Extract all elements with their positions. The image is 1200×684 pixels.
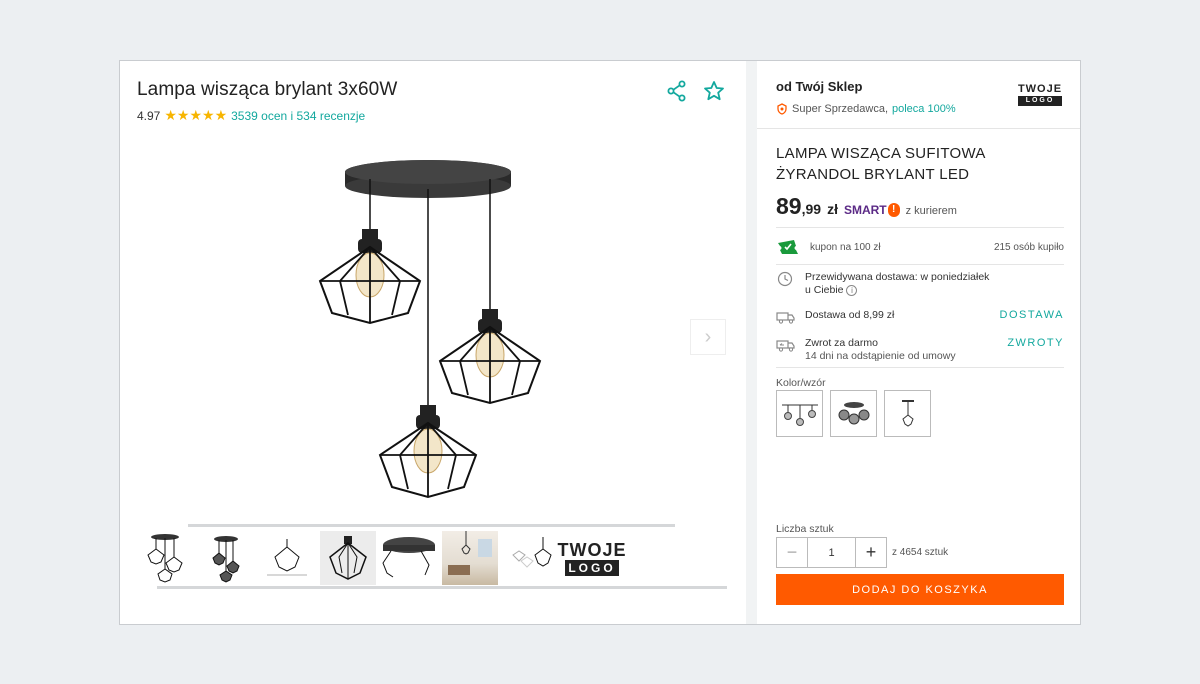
- thumbnail-1[interactable]: [137, 531, 193, 585]
- product-title: Lampa wisząca brylant 3x60W: [137, 79, 398, 100]
- star-outline-icon[interactable]: [702, 79, 726, 103]
- seller-badge-row: Super Sprzedawca, poleca 100%: [776, 103, 956, 115]
- delivery-estimate-row: Przewidywana dostawa: w poniedziałek u C…: [776, 271, 1064, 297]
- smart-badge: SMART!: [844, 203, 900, 217]
- gallery-next-button[interactable]: ›: [690, 319, 726, 355]
- coupon-row: kupon na 100 zł 215 osób kupiło: [776, 236, 1064, 258]
- rating-row: 4.97 ★★★★★ 3539 ocen i 534 recenzje: [137, 107, 365, 124]
- return-truck-icon: [776, 340, 795, 352]
- returns-row: Zwrot za darmo 14 dni na odstąpienie od …: [776, 337, 1064, 363]
- super-seller-label: Super Sprzedawca,: [792, 103, 888, 115]
- thumbnail-logo[interactable]: TWOJE LOGO: [558, 531, 626, 585]
- variant-option-2[interactable]: [830, 390, 877, 437]
- offer-name: LAMPA WISZĄCA SUFITOWA ŻYRANDOL BRYLANT …: [776, 145, 985, 183]
- coupon-label[interactable]: kupon na 100 zł: [810, 242, 881, 253]
- share-icon[interactable]: [665, 79, 689, 103]
- divider: [776, 264, 1064, 265]
- quantity-decrease-button[interactable]: −: [777, 538, 808, 567]
- variant-options: [776, 390, 931, 437]
- lamp-shade-left: [318, 229, 422, 325]
- smart-icon: !: [887, 203, 900, 217]
- thumbnail-6[interactable]: [442, 531, 498, 585]
- returns-link[interactable]: ZWROTY: [1007, 337, 1064, 350]
- courier-note: z kurierem: [905, 205, 957, 217]
- quantity-increase-button[interactable]: +: [855, 538, 886, 567]
- thumbnail-strip: TWOJE LOGO: [137, 531, 737, 585]
- buy-box: od Twój Sklep Super Sprzedawca, poleca 1…: [757, 61, 1080, 624]
- seller-name[interactable]: od Twój Sklep: [776, 79, 862, 94]
- seller-recommend: poleca 100%: [892, 103, 956, 115]
- thumbnail-3[interactable]: [259, 531, 315, 585]
- chevron-right-icon: ›: [704, 325, 712, 348]
- quantity-input[interactable]: [808, 538, 855, 567]
- bought-count: 215 osób kupiło: [993, 241, 1064, 253]
- delivery-estimate-line2: u Ciebie: [805, 284, 844, 296]
- gallery-scrollbar[interactable]: [188, 524, 675, 527]
- returns-subtitle: 14 dni na odstąpienie od umowy: [805, 350, 956, 362]
- quantity-stepper: − +: [776, 537, 887, 568]
- delivery-cost-row: Dostawa od 8,99 zł DOSTAWA: [776, 309, 1064, 325]
- seller-header: od Twój Sklep Super Sprzedawca, poleca 1…: [757, 61, 1080, 129]
- truck-icon: [776, 312, 795, 324]
- delivery-link[interactable]: DOSTAWA: [1000, 309, 1064, 322]
- stock-available: z 4654 sztuk: [892, 547, 949, 558]
- divider: [776, 227, 1064, 228]
- variant-option-3[interactable]: [884, 390, 931, 437]
- divider: [776, 367, 1064, 368]
- thumbnail-scrollbar[interactable]: [157, 586, 727, 589]
- clock-icon: [777, 271, 793, 287]
- returns-title: Zwrot za darmo: [805, 337, 878, 349]
- lamp-shade-right: [438, 309, 542, 405]
- currency: zł: [827, 201, 838, 217]
- thumbnail-5[interactable]: [381, 531, 437, 585]
- product-main-image[interactable]: [300, 149, 600, 519]
- rating-stars: ★★★★★: [164, 107, 228, 123]
- add-to-cart-button[interactable]: DODAJ DO KOSZYKA: [776, 574, 1064, 605]
- super-seller-icon: [777, 103, 787, 115]
- delivery-cost: Dostawa od 8,99 zł: [805, 309, 895, 321]
- reviews-link[interactable]: 3539 ocen i 534 recenzje: [231, 109, 365, 123]
- coupon-ticket-icon: [778, 240, 798, 254]
- delivery-estimate-line1: Przewidywana dostawa: w poniedziałek: [805, 271, 990, 283]
- price: 89,99: [776, 193, 822, 219]
- thumbnail-7[interactable]: [503, 531, 559, 585]
- variant-label: Kolor/wzór: [776, 377, 826, 389]
- thumbnail-4-active[interactable]: [320, 531, 376, 585]
- lamp-shade-bottom: [378, 405, 478, 499]
- price-row: 89,99 zł SMART! z kurierem: [776, 193, 957, 220]
- variant-option-1[interactable]: [776, 390, 823, 437]
- seller-logo: TWOJE LOGO: [1017, 79, 1063, 109]
- product-page-frame: Lampa wisząca brylant 3x60W 4.97 ★★★★★ 3…: [119, 60, 1081, 625]
- info-icon[interactable]: i: [846, 284, 858, 296]
- rating-value: 4.97: [137, 108, 161, 123]
- gallery-panel: Lampa wisząca brylant 3x60W 4.97 ★★★★★ 3…: [120, 61, 746, 624]
- thumbnail-2[interactable]: [198, 531, 254, 585]
- quantity-label: Liczba sztuk: [776, 523, 834, 535]
